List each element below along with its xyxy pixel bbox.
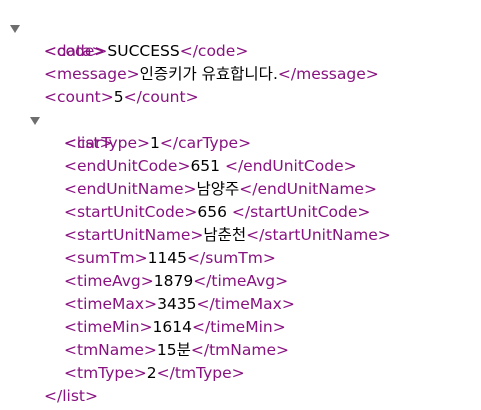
- xml-list-item: <startUnitName>남춘천</startUnitName>: [64, 226, 391, 244]
- xml-list-item: <carType>1</carType>: [64, 134, 252, 152]
- xml-count-line: <count>5</count>: [44, 88, 199, 106]
- xml-list-item: <timeMax>3435</timeMax>: [64, 295, 295, 313]
- xml-value: 3435: [157, 295, 197, 313]
- xml-value: 2: [146, 364, 157, 382]
- xml-message-value: 인증키가 유효합니다.: [139, 65, 278, 83]
- xml-list-item: <endUnitName>남양주</endUnitName>: [64, 180, 377, 198]
- xml-value: 남양주: [196, 180, 240, 198]
- xml-list-item: <timeAvg>1879</timeAvg>: [64, 272, 289, 290]
- collapse-list-toggle-icon[interactable]: [29, 109, 41, 132]
- collapse-data-toggle-icon[interactable]: [9, 17, 21, 40]
- xml-code-value: SUCCESS: [107, 42, 180, 60]
- xml-data-open-line: <data>: [0, 17, 481, 60]
- xml-code-line: <code>SUCCESS</code>: [44, 42, 249, 60]
- xml-tag-close: </list>: [44, 387, 98, 405]
- xml-value: 656: [197, 203, 232, 221]
- xml-message-line: <message>인증키가 유효합니다.</message>: [44, 65, 379, 83]
- xml-value: 1879: [153, 272, 194, 290]
- xml-list-item: <startUnitCode>656 </startUnitCode>: [64, 203, 371, 221]
- xml-list-close-line: </list>: [0, 385, 481, 408]
- xml-value: 1614: [152, 318, 192, 336]
- xml-tree-viewer: <data> <code>SUCCESS</code> <message>인증키…: [0, 17, 481, 408]
- xml-count-value: 5: [113, 88, 124, 106]
- xml-list-item: <tmName>15분</tmName>: [64, 341, 290, 359]
- xml-list-item: <timeMin>1614</timeMin>: [64, 318, 286, 336]
- xml-value: 남춘천: [203, 226, 247, 244]
- xml-value: 1145: [147, 249, 188, 267]
- xml-value: 651: [190, 157, 225, 175]
- xml-list-item: <sumTm>1145</sumTm>: [64, 249, 276, 267]
- xml-list-item: <tmType>2</tmType>: [64, 364, 245, 382]
- xml-list-item: <endUnitCode>651 </endUnitCode>: [64, 157, 357, 175]
- xml-list-open-line: <list>: [0, 109, 481, 152]
- xml-value: 1: [150, 134, 160, 152]
- xml-value: 15분: [156, 341, 191, 359]
